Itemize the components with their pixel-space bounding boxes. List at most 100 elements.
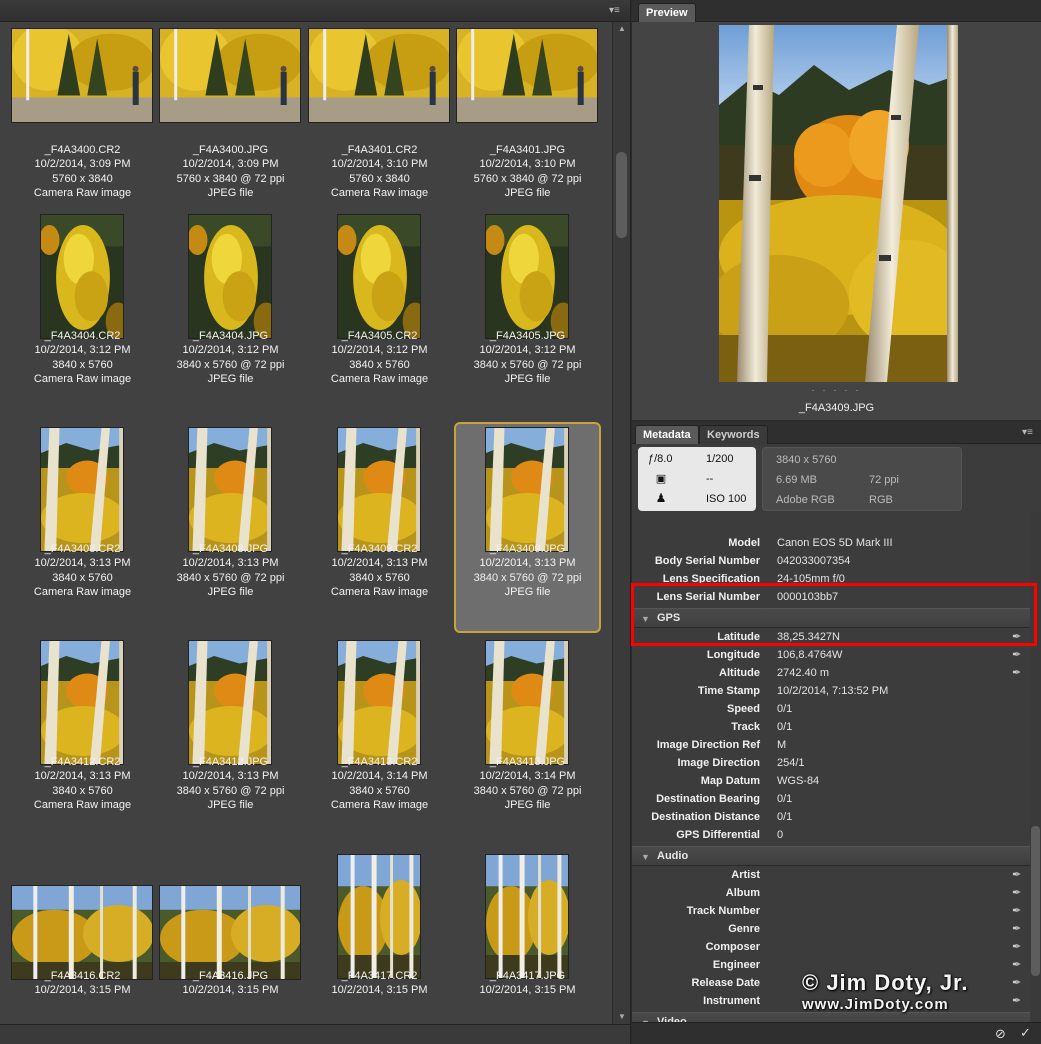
disclosure-triangle-icon[interactable]: ▼ [641, 852, 650, 862]
metadata-panel-menu-icon[interactable]: ▾≡ [1022, 428, 1038, 438]
thumbnail-image[interactable] [159, 28, 301, 123]
scroll-up-icon[interactable]: ▲ [616, 24, 628, 34]
thumbnail-image[interactable] [40, 640, 124, 765]
thumbnail-cell[interactable]: _F4A3404.JPG 10/2/2014, 3:12 PM 3840 x 576… [157, 209, 304, 422]
section-gps[interactable]: ▼ GPS [632, 608, 1030, 628]
thumbnail-dimensions: 3840 x 5760 @ 72 ppi [176, 571, 285, 584]
thumbnail-image[interactable] [337, 640, 421, 765]
field-label: Track Number [686, 905, 760, 917]
thumbnail-image[interactable] [159, 885, 301, 980]
thumbnail-image[interactable] [337, 427, 421, 552]
thumbnail-dimensions: 5760 x 3840 [349, 172, 410, 185]
gps-row-destination-distance: Destination Distance 0/1 [632, 808, 1030, 826]
thumbnail-cell[interactable]: _F4A3405.CR2 10/2/2014, 3:12 PM 3840 x 576… [306, 209, 453, 422]
thumbnail-dimensions: 3840 x 5760 @ 72 ppi [176, 358, 285, 371]
thumbnail-image[interactable] [308, 28, 450, 123]
thumbnail-cell[interactable]: _F4A3416.JPG 10/2/2014, 3:15 PM [157, 849, 304, 1024]
thumbnail-cell[interactable]: _F4A3409.CR2 10/2/2014, 3:13 PM 3840 x 576… [306, 422, 453, 635]
thumbnail-filename: _F4A3401.JPG [489, 144, 566, 156]
thumbnail-photo [338, 855, 420, 978]
preview-dots: . . . . . [811, 383, 862, 393]
thumbnail-photo [338, 428, 420, 551]
thumbnail-cell[interactable]: . . . . . _F4A3409.JPG 10/2/2014, 3:13 PM 3… [454, 422, 601, 635]
thumbnail-photo [309, 29, 449, 122]
thumbnail-filename: _F4A3416.CR2 [44, 970, 121, 982]
thumbnail-image[interactable] [337, 854, 421, 979]
edit-pencil-icon[interactable]: ✒ [1012, 649, 1024, 661]
thumbnail-cell[interactable]: _F4A3400.JPG 10/2/2014, 3:09 PM 5760 x 384… [157, 23, 304, 236]
field-label: Body Serial Number [654, 555, 760, 567]
thumbnail-image[interactable] [40, 214, 124, 339]
thumbnail-image[interactable] [188, 427, 272, 552]
tab-keywords[interactable]: Keywords [699, 425, 768, 444]
thumbnail-cell[interactable]: _F4A3413.CR2 10/2/2014, 3:14 PM 3840 x 576… [306, 635, 453, 848]
field-value[interactable]: 2742.40 m [777, 664, 829, 682]
thumbnail-photo [160, 886, 300, 979]
metadata-scrollbar-thumb[interactable] [1031, 826, 1040, 976]
thumbnail-image[interactable] [485, 640, 569, 765]
content-scrollbar[interactable]: ▲ ▼ [612, 22, 630, 1024]
thumbnail-cell[interactable]: _F4A3408.CR2 10/2/2014, 3:13 PM 3840 x 576… [9, 422, 156, 635]
edit-pencil-icon[interactable]: ✒ [1012, 869, 1024, 881]
thumbnail-cell[interactable]: _F4A3413.JPG 10/2/2014, 3:14 PM 3840 x 576… [454, 635, 601, 848]
field-label: Destination Bearing [656, 793, 760, 805]
edit-pencil-icon[interactable]: ✒ [1012, 887, 1024, 899]
thumbnail-image[interactable] [188, 640, 272, 765]
thumbnail-cell[interactable]: _F4A3408.JPG 10/2/2014, 3:13 PM 3840 x 576… [157, 422, 304, 635]
field-label: Track [731, 721, 760, 733]
field-value[interactable]: 106,8.4764W [777, 646, 842, 664]
thumbnail-image[interactable] [456, 28, 598, 123]
panel-menu-icon[interactable]: ▾≡ [609, 6, 625, 16]
thumbnail-cell[interactable]: _F4A3401.JPG 10/2/2014, 3:10 PM 5760 x 384… [454, 23, 601, 236]
thumbnail-cell[interactable]: _F4A3417.JPG 10/2/2014, 3:15 PM [454, 849, 601, 1024]
metadata-scrollbar[interactable] [1030, 512, 1041, 1022]
field-value[interactable]: 38,25.3427N [777, 628, 840, 646]
preview-image[interactable] [719, 25, 958, 382]
edit-pencil-icon[interactable]: ✒ [1012, 941, 1024, 953]
thumbnail-filetype: Camera Raw image [33, 586, 132, 599]
thumbnail-image[interactable] [337, 214, 421, 339]
field-label: Genre [728, 923, 760, 935]
watermark-url: www.JimDoty.com [802, 996, 949, 1013]
field-label: Lens Specification [662, 573, 760, 585]
file-color-mode: RGB [869, 494, 893, 506]
thumbnail-filename: _F4A3400.CR2 [44, 144, 121, 156]
thumbnail-cell[interactable]: _F4A3401.CR2 10/2/2014, 3:10 PM 5760 x 384… [306, 23, 453, 236]
edit-pencil-icon[interactable]: ✒ [1012, 631, 1024, 643]
thumbnail-image[interactable] [11, 885, 153, 980]
field-value: 0 [777, 829, 784, 841]
thumbnail-image[interactable] [188, 214, 272, 339]
thumbnail-cell[interactable]: _F4A3412.JPG 10/2/2014, 3:13 PM 3840 x 576… [157, 635, 304, 848]
thumbnail-filename: _F4A3412.JPG [192, 756, 269, 768]
thumbnail-cell[interactable]: _F4A3404.CR2 10/2/2014, 3:12 PM 3840 x 576… [9, 209, 156, 422]
edit-pencil-icon[interactable]: ✒ [1012, 667, 1024, 679]
thumbnail-cell[interactable]: _F4A3412.CR2 10/2/2014, 3:13 PM 3840 x 576… [9, 635, 156, 848]
scrollbar-thumb[interactable] [616, 152, 627, 238]
thumbnail-image[interactable] [485, 854, 569, 979]
field-label: Lens Serial Number [656, 591, 760, 603]
apply-check-icon[interactable]: ✓ [1020, 1025, 1031, 1041]
thumbnail-image[interactable] [40, 427, 124, 552]
thumbnail-photo [486, 855, 568, 978]
tab-metadata[interactable]: Metadata [635, 425, 699, 444]
thumbnail-cell[interactable]: _F4A3416.CR2 10/2/2014, 3:15 PM [9, 849, 156, 1024]
thumbnail-image[interactable] [485, 427, 569, 552]
thumbnail-date: 10/2/2014, 3:13 PM [479, 557, 576, 570]
gps-row-image-direction: Image Direction 254/1 [632, 754, 1030, 772]
thumbnail-image[interactable] [485, 214, 569, 339]
thumbnail-cell[interactable]: _F4A3400.CR2 10/2/2014, 3:09 PM 5760 x 384… [9, 23, 156, 236]
thumbnail-date: 10/2/2014, 3:12 PM [331, 344, 428, 357]
disclosure-triangle-icon[interactable]: ▼ [641, 614, 650, 624]
scroll-down-icon[interactable]: ▼ [616, 1012, 628, 1022]
edit-pencil-icon[interactable]: ✒ [1012, 905, 1024, 917]
tab-preview[interactable]: Preview [638, 3, 696, 22]
field-label: Speed [726, 703, 760, 715]
thumbnail-cell[interactable]: _F4A3417.CR2 10/2/2014, 3:15 PM [306, 849, 453, 1024]
edit-pencil-icon[interactable]: ✒ [1012, 923, 1024, 935]
thumbnail-photo [189, 215, 271, 338]
cancel-icon[interactable]: ⊘ [995, 1026, 1006, 1042]
thumbnail-cell[interactable]: _F4A3405.JPG 10/2/2014, 3:12 PM 3840 x 576… [454, 209, 601, 422]
thumbnail-photo [41, 215, 123, 338]
thumbnail-image[interactable] [11, 28, 153, 123]
section-audio[interactable]: ▼ Audio [632, 846, 1030, 866]
